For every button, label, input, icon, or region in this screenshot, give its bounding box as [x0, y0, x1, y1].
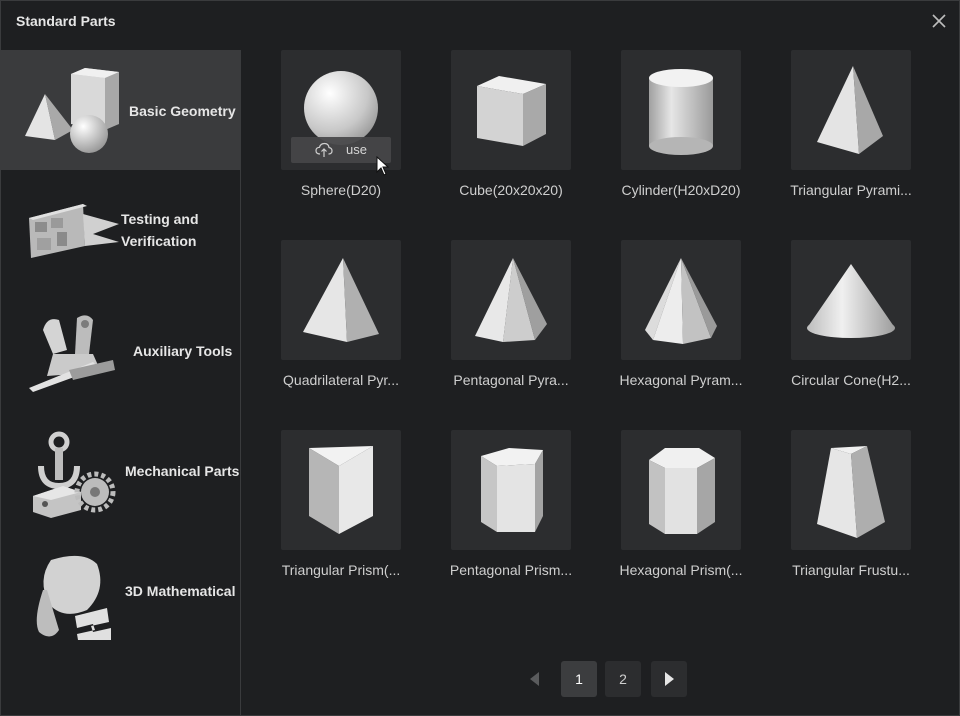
part-item-sphere[interactable]: use Sphere(D20)	[251, 50, 401, 220]
3d-mathematical-icon	[36, 555, 111, 640]
standard-parts-dialog: Standard Parts Basic Geometry Testing an…	[0, 0, 960, 716]
part-thumbnail[interactable]	[281, 430, 401, 550]
testing-verification-icon	[29, 204, 119, 258]
cone-icon	[807, 264, 895, 338]
part-item-triangular-prism[interactable]: Triangular Prism(...	[251, 430, 401, 600]
part-thumbnail[interactable]: use	[281, 50, 401, 170]
sidebar-item-label: Basic Geometry	[129, 103, 236, 119]
page-button-1[interactable]: 1	[561, 661, 597, 697]
part-name: Pentagonal Pyra...	[453, 372, 569, 388]
part-item-cylinder[interactable]: Cylinder(H20xD20)	[591, 50, 741, 220]
part-item-triangular-frustum[interactable]: Triangular Frustu...	[761, 430, 911, 600]
sidebar-item-label: Mechanical Parts	[125, 463, 240, 479]
pentagonal-pyramid-icon	[475, 258, 547, 342]
triangular-pyramid-icon	[817, 66, 883, 154]
sidebar-item-label: 3D Mathematical	[125, 583, 236, 599]
part-item-hexagonal-prism[interactable]: Hexagonal Prism(...	[591, 430, 742, 600]
part-name: Hexagonal Pyram...	[619, 372, 743, 388]
cylinder-icon	[649, 69, 713, 155]
part-item-circular-cone[interactable]: Circular Cone(H2...	[761, 240, 911, 410]
part-item-hexagonal-pyramid[interactable]: Hexagonal Pyram...	[591, 240, 742, 410]
next-page-button[interactable]	[651, 661, 687, 697]
sidebar-item-3d-mathematical[interactable]: 3D Mathematical	[1, 530, 241, 650]
part-name: Triangular Prism(...	[281, 562, 401, 578]
part-name: Triangular Frustu...	[792, 562, 910, 578]
part-name: Triangular Pyrami...	[790, 182, 912, 198]
part-name: Cylinder(H20xD20)	[621, 182, 741, 198]
part-item-pentagonal-pyramid[interactable]: Pentagonal Pyra...	[421, 240, 571, 410]
sidebar-item-testing-verification[interactable]: Testing and Verification	[1, 170, 241, 290]
basic-geometry-icon	[25, 68, 119, 153]
category-sidebar: Basic Geometry Testing and Verification	[1, 50, 241, 716]
cloud-upload-icon	[315, 142, 333, 157]
part-thumbnail[interactable]	[621, 240, 741, 360]
part-name: Circular Cone(H2...	[791, 372, 911, 388]
mouse-cursor-icon	[376, 156, 390, 176]
sidebar-item-mechanical-parts[interactable]: Mechanical Parts	[1, 410, 241, 530]
auxiliary-tools-icon	[29, 315, 115, 392]
part-item-pentagonal-prism[interactable]: Pentagonal Prism...	[421, 430, 572, 600]
part-item-quadrilateral-pyramid[interactable]: Quadrilateral Pyr...	[251, 240, 401, 410]
sidebar-item-label-line2: Verification	[121, 233, 197, 249]
prev-page-icon[interactable]	[525, 669, 545, 689]
part-name: Pentagonal Prism...	[449, 562, 573, 578]
part-name: Sphere(D20)	[300, 182, 382, 198]
hexagonal-prism-icon	[649, 448, 715, 534]
part-thumbnail[interactable]	[791, 50, 911, 170]
mechanical-parts-icon	[33, 431, 116, 518]
use-button-label: use	[346, 142, 367, 157]
part-name: Quadrilateral Pyr...	[283, 372, 399, 388]
part-thumbnail[interactable]	[791, 240, 911, 360]
part-thumbnail[interactable]	[281, 240, 401, 360]
triangular-prism-icon	[309, 446, 373, 534]
dialog-title: Standard Parts	[16, 13, 116, 29]
sidebar-item-label-line1: Testing and	[121, 211, 199, 227]
part-thumbnail[interactable]	[791, 430, 911, 550]
sidebar-item-basic-geometry[interactable]: Basic Geometry	[1, 50, 241, 170]
page-button-2[interactable]: 2	[605, 661, 641, 697]
sidebar-item-label: Auxiliary Tools	[133, 343, 233, 359]
part-thumbnail[interactable]	[451, 430, 571, 550]
quadrilateral-pyramid-icon	[303, 258, 379, 342]
hexagonal-pyramid-icon	[645, 258, 717, 344]
pentagonal-prism-icon	[481, 448, 543, 532]
triangular-frustum-icon	[817, 446, 885, 538]
cube-icon	[477, 76, 546, 146]
close-icon[interactable]	[929, 11, 949, 31]
part-thumbnail[interactable]	[451, 240, 571, 360]
part-thumbnail[interactable]	[621, 430, 741, 550]
title-bar: Standard Parts	[1, 1, 959, 41]
sidebar-item-auxiliary-tools[interactable]: Auxiliary Tools	[1, 290, 241, 410]
part-name: Hexagonal Prism(...	[619, 562, 743, 578]
part-item-triangular-pyramid[interactable]: Triangular Pyrami...	[761, 50, 912, 220]
part-thumbnail[interactable]	[451, 50, 571, 170]
part-name: Cube(20x20x20)	[459, 182, 563, 198]
part-item-cube[interactable]: Cube(20x20x20)	[421, 50, 571, 220]
next-page-icon	[665, 672, 674, 686]
part-thumbnail[interactable]	[621, 50, 741, 170]
